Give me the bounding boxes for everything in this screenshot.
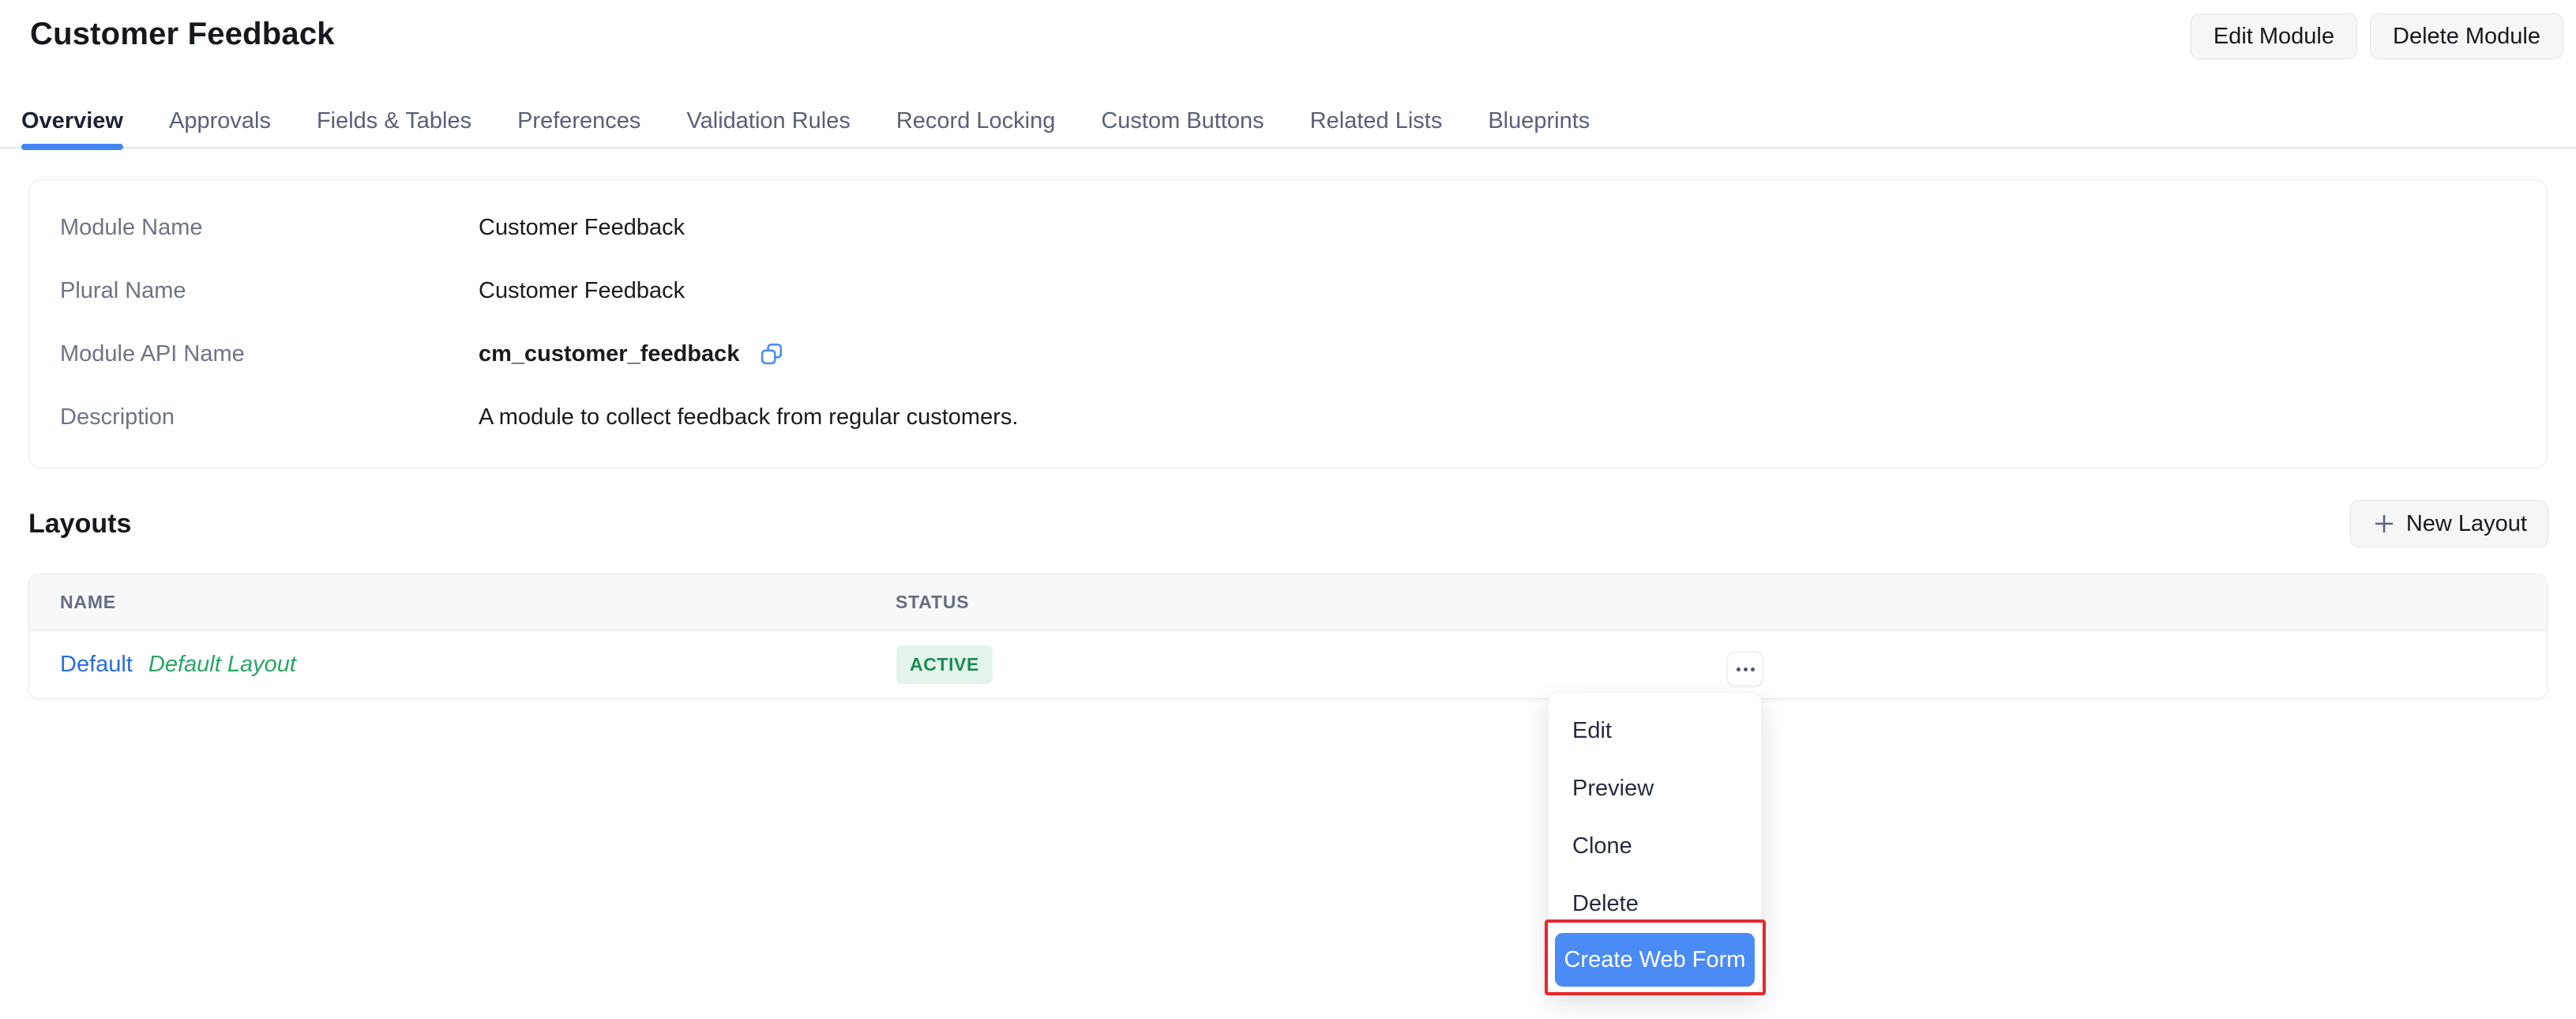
tab-fields-tables[interactable]: Fields & Tables [317, 95, 471, 147]
header-actions: Edit Module Delete Module [2191, 13, 2563, 59]
delete-module-button[interactable]: Delete Module [2370, 13, 2563, 59]
column-header-name: NAME [29, 592, 116, 613]
table-header-row: NAME STATUS [29, 574, 2547, 631]
new-layout-label: New Layout [2406, 511, 2527, 537]
menu-item-preview[interactable]: Preview [1549, 760, 1761, 818]
tab-approvals[interactable]: Approvals [169, 95, 271, 147]
create-web-form-button[interactable]: Create Web Form [1555, 933, 1755, 987]
layout-type-label: Default Layout [148, 652, 296, 678]
menu-item-delete[interactable]: Delete [1549, 875, 1761, 933]
menu-item-edit[interactable]: Edit [1549, 702, 1761, 760]
tab-overview[interactable]: Overview [21, 95, 123, 147]
tab-record-locking[interactable]: Record Locking [896, 95, 1056, 147]
table-row: Default Default Layout ACTIVE [29, 631, 2547, 698]
description-label: Description [60, 404, 479, 431]
tab-related-lists[interactable]: Related Lists [1310, 95, 1443, 147]
module-name-label: Module Name [60, 215, 479, 241]
new-layout-button[interactable]: New Layout [2350, 500, 2548, 547]
layout-name-link[interactable]: Default [60, 652, 133, 678]
module-settings-page: Customer Feedback Edit Module Delete Mod… [0, 0, 2576, 1019]
column-header-status: STATUS [896, 592, 969, 613]
module-name-value: Customer Feedback [479, 215, 685, 241]
plus-icon [2371, 511, 2397, 536]
plural-name-row: Plural Name Customer Feedback [60, 259, 2516, 322]
module-name-row: Module Name Customer Feedback [60, 196, 2516, 259]
edit-module-button[interactable]: Edit Module [2191, 13, 2357, 59]
plural-name-value: Customer Feedback [479, 278, 685, 304]
row-actions-button[interactable] [1727, 652, 1763, 686]
tab-blueprints[interactable]: Blueprints [1488, 95, 1590, 147]
layouts-table: NAME STATUS Default Default Layout ACTIV… [28, 573, 2548, 699]
kebab-icon [1737, 667, 1755, 671]
menu-item-clone[interactable]: Clone [1549, 818, 1761, 875]
tab-custom-buttons[interactable]: Custom Buttons [1101, 95, 1264, 147]
layouts-section-header: Layouts New Layout [28, 498, 2548, 550]
row-actions-menu: Edit Preview Clone Delete Create Web For… [1548, 692, 1762, 994]
layouts-heading: Layouts [28, 509, 131, 540]
tab-validation-rules[interactable]: Validation Rules [686, 95, 850, 147]
copy-api-name-button[interactable] [760, 342, 783, 366]
tab-preferences[interactable]: Preferences [517, 95, 640, 147]
description-row: Description A module to collect feedback… [60, 385, 2516, 449]
status-badge: ACTIVE [896, 645, 993, 684]
api-name-label: Module API Name [60, 341, 479, 367]
api-name-value: cm_customer_feedback [479, 341, 739, 367]
page-title: Customer Feedback [30, 13, 335, 55]
page-header: Customer Feedback Edit Module Delete Mod… [0, 0, 2576, 95]
copy-icon [760, 342, 783, 366]
plural-name-label: Plural Name [60, 278, 479, 304]
api-name-row: Module API Name cm_customer_feedback [60, 322, 2516, 385]
description-value: A module to collect feedback from regula… [479, 404, 1018, 431]
module-info-card: Module Name Customer Feedback Plural Nam… [28, 179, 2548, 468]
tab-bar: Overview Approvals Fields & Tables Prefe… [0, 95, 2576, 149]
